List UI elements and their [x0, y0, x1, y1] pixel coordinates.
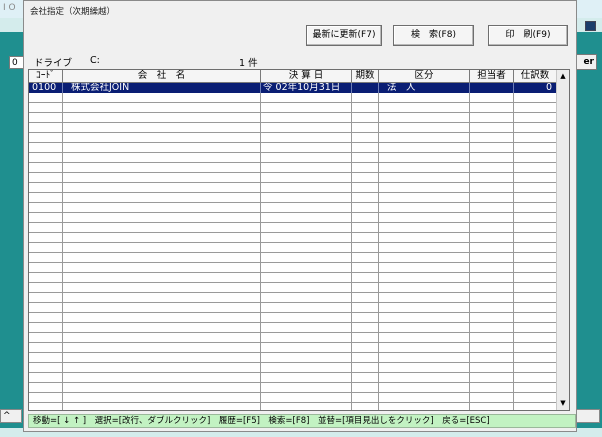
company-select-dialog: 会社指定（次期繰越） 最新に更新(F7) 検 索(F8) 印 刷(F9) ドライ… [23, 0, 577, 432]
header-closing-date[interactable]: 決 算 日 [261, 70, 352, 82]
search-button[interactable]: 検 索(F8) [393, 25, 474, 46]
header-category[interactable]: 区分 [379, 70, 470, 82]
grid-rows[interactable]: 0100 株式会社JOIN 令 02年10月31日 法 人 0 [29, 83, 556, 410]
dialog-title: 会社指定（次期繰越） [30, 7, 116, 17]
cell-period [354, 83, 378, 93]
table-row[interactable]: 0100 株式会社JOIN 令 02年10月31日 法 人 0 [29, 83, 556, 93]
header-company-name[interactable]: 会 社 名 [63, 70, 261, 82]
status-bar: 移動=[ ↓ ↑ ] 選択=[改行、ダブルクリック] 履歴=[F5] 検索=[F… [28, 414, 576, 428]
parent-title: I O [3, 3, 16, 13]
company-grid[interactable]: ｺｰﾄﾞ 会 社 名 決 算 日 期数 区分 担当者 仕訳数 0100 株式会社… [28, 69, 570, 411]
header-code[interactable]: ｺｰﾄﾞ [29, 70, 63, 82]
record-count: 1 件 [239, 58, 258, 69]
grid-header: ｺｰﾄﾞ 会 社 名 決 算 日 期数 区分 担当者 仕訳数 [29, 70, 556, 83]
cell-divider [62, 83, 63, 93]
header-period[interactable]: 期数 [352, 70, 379, 82]
cell-closing-date: 令 02年10月31日 [263, 83, 341, 93]
scroll-down-icon[interactable]: ▼ [557, 397, 569, 410]
drive-label: ドライブ [34, 58, 73, 69]
header-entries[interactable]: 仕訳数 [514, 70, 556, 82]
parent-left-bottom-button[interactable]: ^ [0, 409, 22, 423]
save-icon[interactable] [585, 21, 596, 31]
cell-code: 0100 [32, 83, 57, 93]
vertical-scrollbar[interactable]: ▲ ▼ [556, 70, 569, 410]
parent-right-button[interactable]: er [575, 54, 597, 70]
cell-entries: 0 [545, 83, 552, 93]
cell-category: 法 人 [387, 83, 416, 93]
cell-divider [351, 83, 352, 93]
cell-person [472, 83, 512, 93]
print-button[interactable]: 印 刷(F9) [488, 25, 568, 46]
cell-divider [378, 83, 379, 93]
cell-divider [260, 83, 261, 93]
refresh-button[interactable]: 最新に更新(F7) [306, 25, 382, 46]
parent-right-bottom-button[interactable] [576, 409, 600, 423]
drive-value: C: [90, 55, 100, 66]
dialog-title-bar: 会社指定（次期繰越） [24, 1, 576, 18]
header-person[interactable]: 担当者 [470, 70, 514, 82]
cell-divider [469, 83, 470, 93]
scroll-up-icon[interactable]: ▲ [557, 70, 569, 83]
cell-company-name: 株式会社JOIN [71, 83, 130, 93]
cell-divider [513, 83, 514, 93]
